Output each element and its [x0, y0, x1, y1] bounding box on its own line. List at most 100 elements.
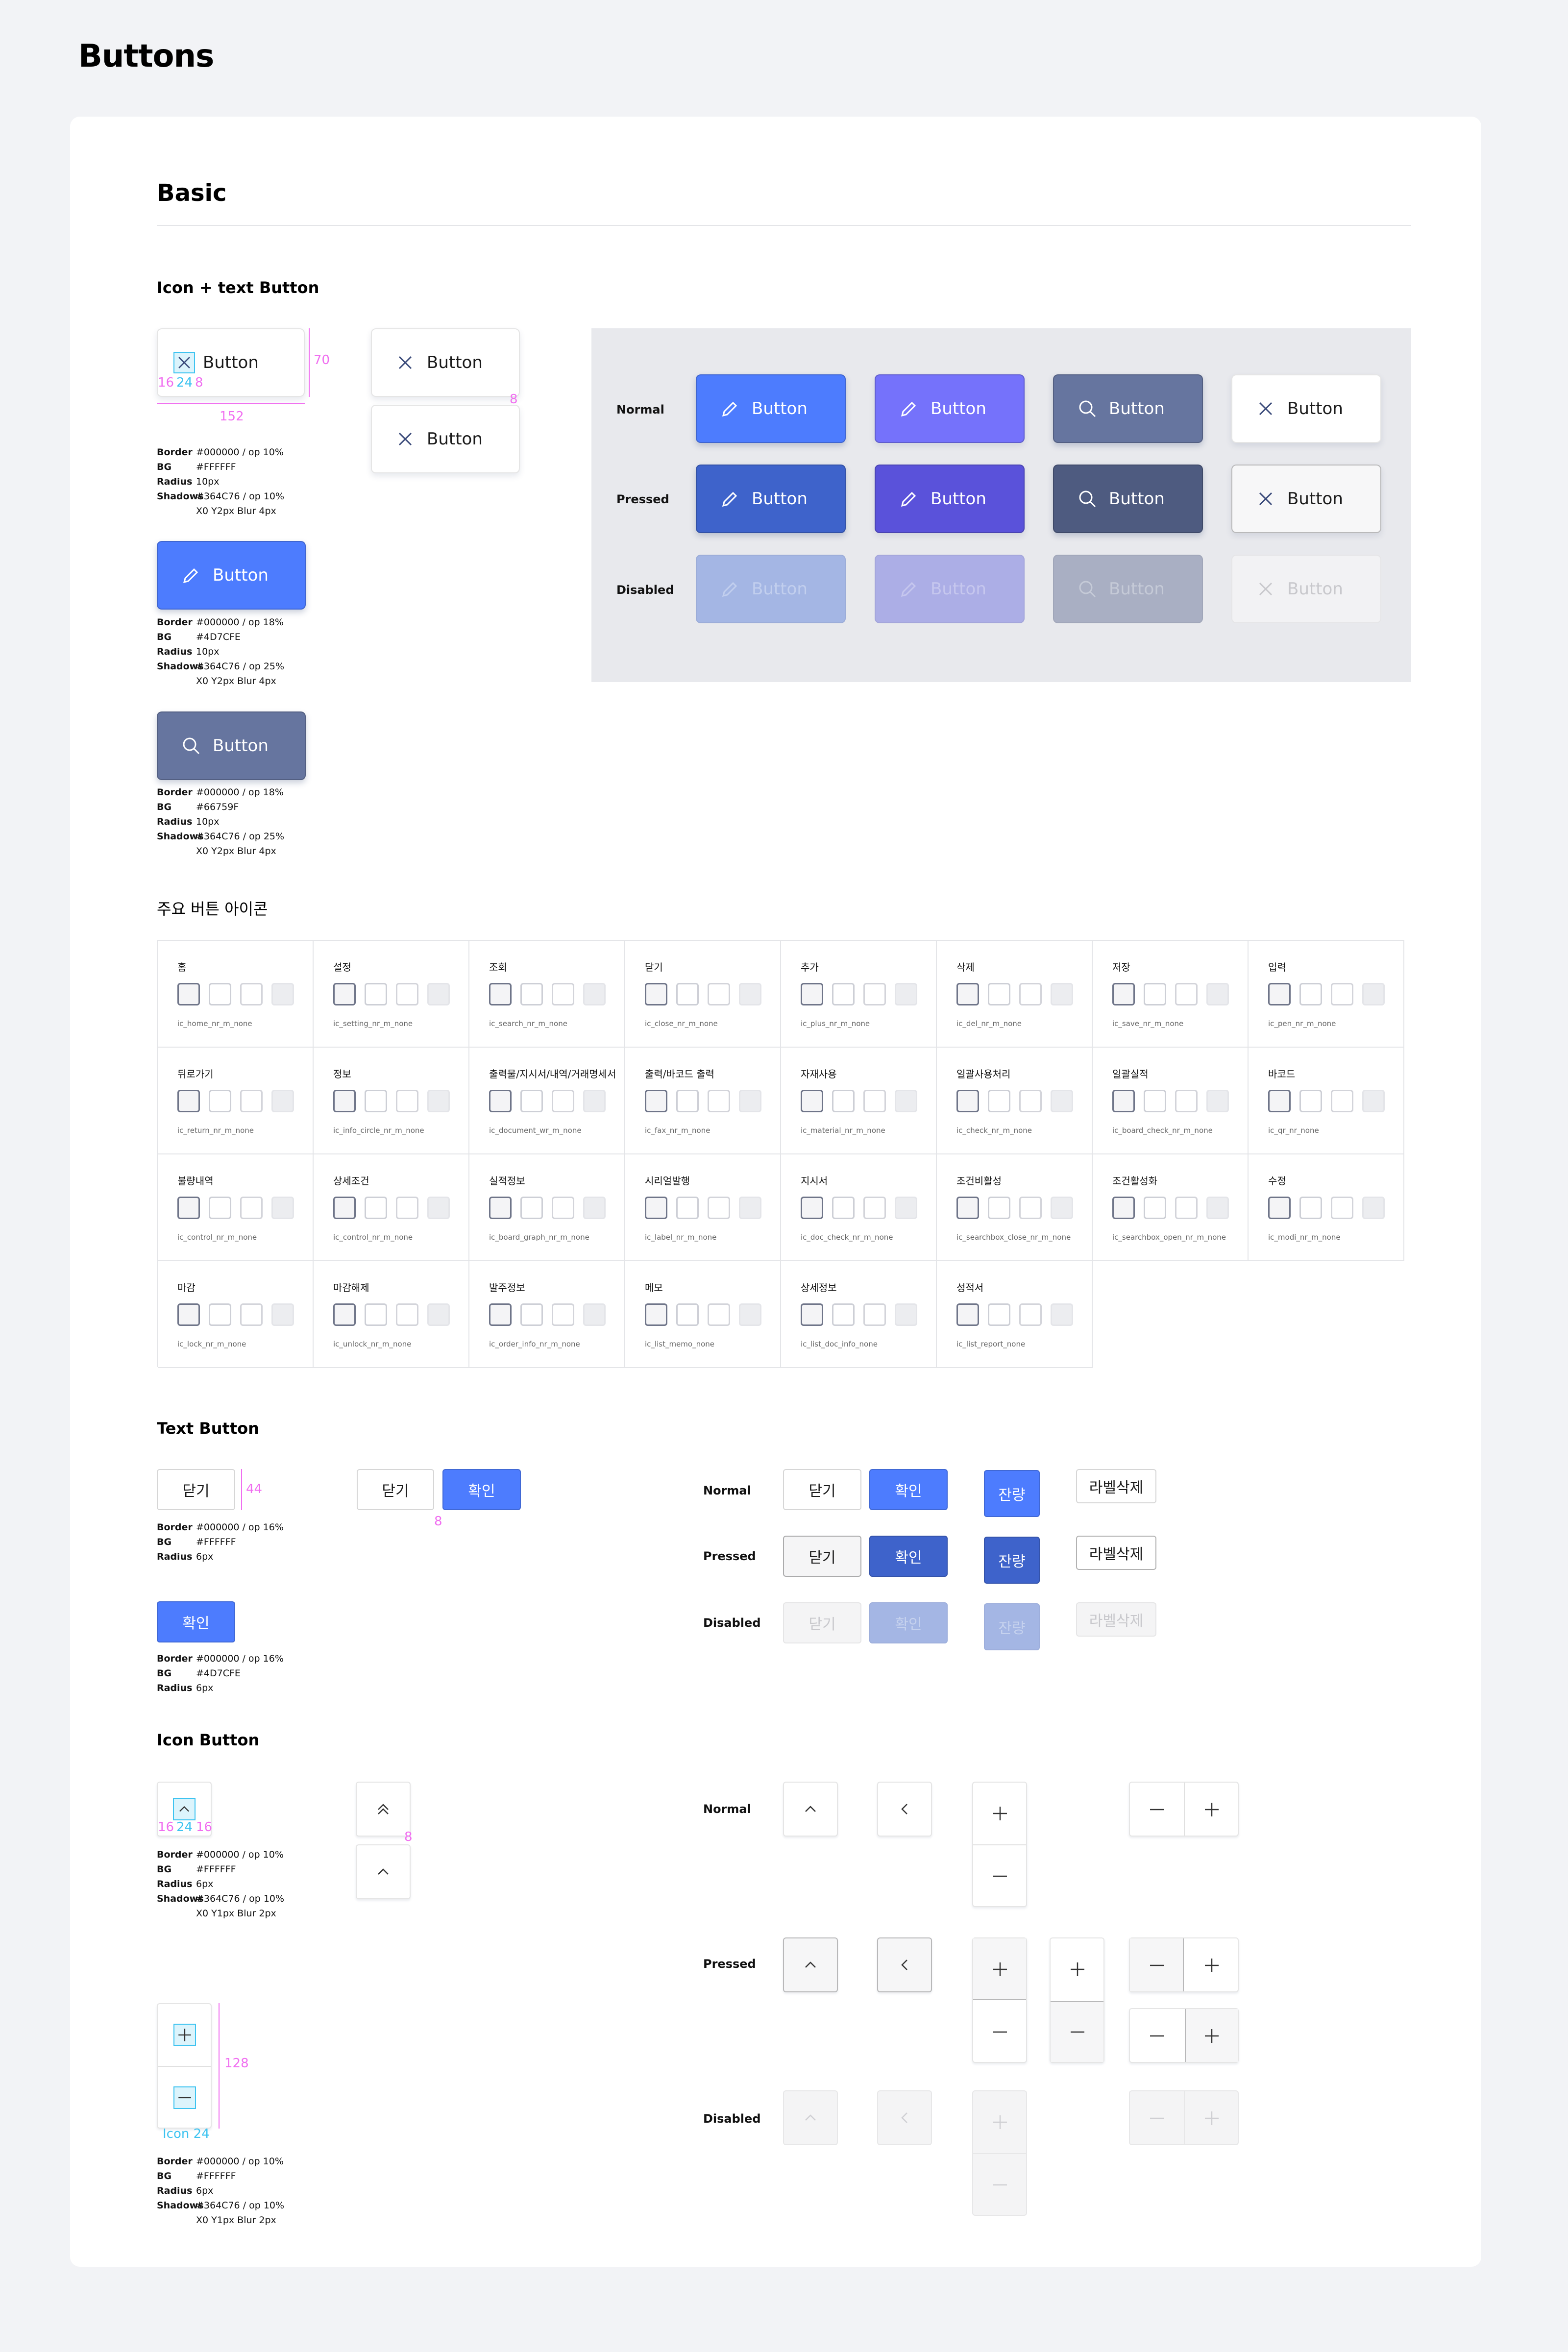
- icon-cell: 삭제 ic_del_nr_m_none: [937, 941, 1093, 1048]
- icon-title: 상세조건: [333, 1175, 369, 1187]
- search-button-pressed[interactable]: Button: [1053, 465, 1203, 533]
- edit-button-pressed[interactable]: Button: [696, 465, 846, 533]
- icon-code: ic_list_memo_none: [645, 1340, 714, 1348]
- plus-icon[interactable]: [1200, 1954, 1223, 1979]
- minus-icon[interactable]: [989, 2021, 1011, 2045]
- chevron-up-button[interactable]: [356, 1844, 411, 1899]
- plus-icon[interactable]: [989, 1802, 1011, 1827]
- icon-code: ic_check_nr_m_none: [956, 1126, 1032, 1135]
- close-button[interactable]: Button: [371, 328, 520, 397]
- material-icon: [863, 1090, 886, 1112]
- icon-title: 일괄실적: [1112, 1068, 1149, 1080]
- return-icon: [209, 1090, 231, 1112]
- double-chevron-up-button[interactable]: [356, 1782, 411, 1837]
- delete-label-button-disabled[interactable]: 라벨삭제: [1076, 1602, 1156, 1637]
- icon-code: ic_info_circle_nr_m_none: [333, 1126, 424, 1135]
- delete-label-button-normal[interactable]: 라벨삭제: [1076, 1469, 1156, 1503]
- close-text-button[interactable]: 닫기: [357, 1469, 434, 1510]
- close-icon: [739, 983, 761, 1005]
- icon-code: ic_control_nr_m_none: [333, 1233, 413, 1242]
- report-icon: [1019, 1303, 1042, 1326]
- pen-icon: [898, 398, 920, 419]
- printer-icon: [645, 1090, 667, 1112]
- save-icon: [1112, 983, 1135, 1005]
- remaining-button-disabled[interactable]: 잔량: [984, 1603, 1040, 1650]
- search-icon: [1077, 488, 1098, 510]
- icon-cell: 상세조건 ic_control_nr_m_none: [314, 1154, 469, 1261]
- lock-icon: [209, 1303, 231, 1326]
- minus-icon[interactable]: [1146, 1954, 1168, 1979]
- remaining-button-normal[interactable]: 잔량: [984, 1470, 1040, 1517]
- chevron-up-button-normal[interactable]: [783, 1782, 838, 1837]
- icon-code: ic_return_nr_m_none: [177, 1126, 254, 1135]
- chevron-left-button-disabled[interactable]: [877, 2090, 932, 2145]
- spec-white: Border #000000 / op 10% BG #FFFFFF Radius 1…: [157, 447, 285, 516]
- stepper-horizontal-disabled: [1129, 2090, 1239, 2145]
- close-icon: [394, 352, 416, 373]
- edit-violet-button-disabled[interactable]: Button: [875, 555, 1025, 623]
- chevron-up-button-pressed[interactable]: [783, 1937, 838, 1992]
- edit-button-disabled[interactable]: Button: [696, 555, 846, 623]
- close-button-disabled[interactable]: Button: [1231, 555, 1381, 623]
- icon-cell: 출력물/지시서/내역/거래명세서 ic_document_wr_m_none: [469, 1048, 625, 1154]
- stepper-vertical-normal: [972, 1782, 1027, 1907]
- searchbox-open-icon: [1175, 1197, 1198, 1219]
- minus-icon[interactable]: [989, 2174, 1011, 2198]
- delete-label-button-pressed[interactable]: 라벨삭제: [1076, 1536, 1156, 1570]
- home-icon: [240, 983, 263, 1005]
- searchbox-close-icon: [1019, 1197, 1042, 1219]
- chevron-left-button-pressed[interactable]: [877, 1937, 932, 1992]
- label-icon: [676, 1197, 699, 1219]
- edit-violet-button-pressed[interactable]: Button: [875, 465, 1025, 533]
- remaining-button-pressed[interactable]: 잔량: [984, 1537, 1040, 1584]
- label-icon: [739, 1197, 761, 1219]
- close-text-button-normal[interactable]: 닫기: [783, 1469, 861, 1510]
- icon-code: ic_save_nr_m_none: [1112, 1019, 1184, 1028]
- sliders-icon: [333, 1197, 356, 1219]
- board-graph-icon: [520, 1197, 543, 1219]
- plus-icon[interactable]: [173, 2024, 196, 2048]
- confirm-text-button[interactable]: 확인: [442, 1469, 521, 1510]
- plus-icon[interactable]: [1066, 1958, 1089, 1983]
- plus-icon[interactable]: [1200, 2107, 1223, 2132]
- search-icon: [1077, 398, 1098, 419]
- edit-button-normal[interactable]: Button: [696, 374, 846, 443]
- trash-icon: [988, 983, 1010, 1005]
- close-text-button[interactable]: 닫기: [157, 1469, 235, 1510]
- plus-icon[interactable]: [989, 2111, 1011, 2135]
- chevron-left-button-normal[interactable]: [877, 1782, 932, 1837]
- icon-title: 메모: [645, 1282, 663, 1294]
- unlock-icon: [396, 1303, 418, 1326]
- minus-icon[interactable]: [173, 2086, 196, 2111]
- minus-icon[interactable]: [989, 1865, 1011, 1889]
- search-button-normal[interactable]: Button: [1053, 374, 1203, 443]
- minus-icon[interactable]: [1146, 2025, 1168, 2049]
- minus-icon[interactable]: [1066, 2021, 1089, 2045]
- chevron-up-button-disabled[interactable]: [783, 2090, 838, 2145]
- dim-icon: 24: [176, 375, 193, 390]
- search-button-disabled[interactable]: Button: [1053, 555, 1203, 623]
- minus-icon[interactable]: [1146, 2107, 1168, 2132]
- confirm-text-button-pressed[interactable]: 확인: [869, 1536, 948, 1577]
- confirm-text-button-normal[interactable]: 확인: [869, 1469, 948, 1510]
- spec-text-blue: Border #000000 / op 16% BG #4D7CFE Radius 6…: [157, 1653, 284, 1693]
- edit-icon: [1299, 1197, 1322, 1219]
- plus-icon[interactable]: [1200, 2025, 1223, 2049]
- confirm-text-button[interactable]: 확인: [157, 1601, 235, 1642]
- close-button-normal[interactable]: Button: [1231, 374, 1381, 443]
- plus-icon[interactable]: [989, 1958, 1011, 1983]
- edit-button[interactable]: Button: [157, 541, 306, 610]
- close-text-button-pressed[interactable]: 닫기: [783, 1536, 861, 1577]
- close-button[interactable]: Button: [371, 405, 520, 473]
- close-icon: [1255, 578, 1276, 600]
- minus-icon[interactable]: [1146, 1798, 1168, 1823]
- order-info-icon: [583, 1303, 606, 1326]
- close-button-pressed[interactable]: Button: [1231, 465, 1381, 533]
- doc-check-icon: [863, 1197, 886, 1219]
- close-text-button-disabled[interactable]: 닫기: [783, 1602, 861, 1643]
- search-button[interactable]: Button: [157, 711, 306, 780]
- confirm-text-button-disabled[interactable]: 확인: [869, 1602, 948, 1643]
- icon-title: 출력/바코드 출력: [645, 1068, 714, 1080]
- plus-icon[interactable]: [1200, 1798, 1223, 1823]
- edit-violet-button-normal[interactable]: Button: [875, 374, 1025, 443]
